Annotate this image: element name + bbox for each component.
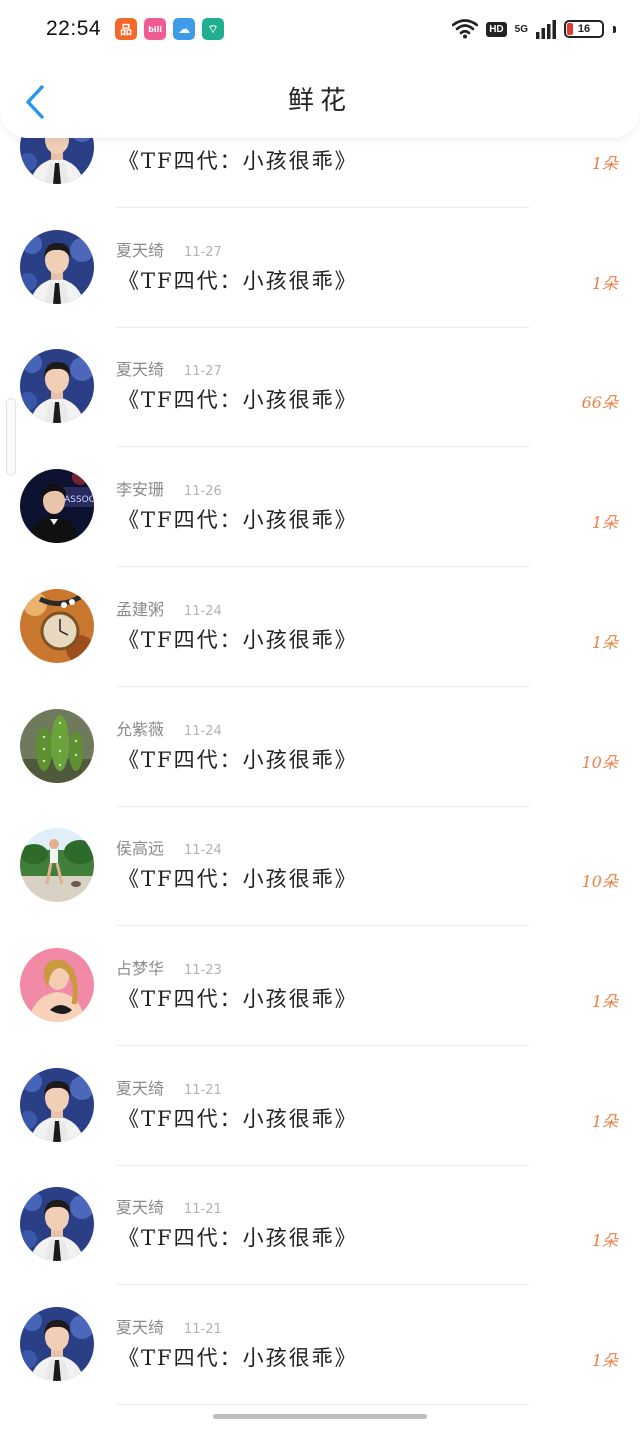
list-item[interactable]: 占梦华 11-23 《TF四代：小孩很乖》 1朵	[0, 926, 640, 1046]
sender-line: 夏天绮 11-21	[116, 1194, 222, 1218]
svg-text:ASSOCIA: ASSOCIA	[64, 495, 94, 505]
sender-line: 夏天绮 11-21	[116, 1314, 222, 1338]
sender-line: 夏天绮 11-21	[116, 1075, 222, 1099]
flower-count: 66朵	[581, 393, 618, 413]
send-date: 11-21	[184, 1322, 222, 1337]
flower-count: 1朵	[591, 273, 618, 293]
avatar[interactable]: ASSOCIA	[20, 469, 94, 544]
flower-count: 10朵	[581, 752, 618, 772]
sender-line: 夏天绮 11-27	[116, 237, 222, 261]
nav-header: 鲜花	[0, 58, 640, 138]
sender-line: 夏天绮 11-27	[116, 356, 222, 380]
list-item[interactable]: 夏天绮 11-21 《TF四代：小孩很乖》 1朵	[0, 1046, 640, 1166]
scroll-indicator[interactable]	[6, 398, 16, 476]
sender-name: 孟建粥	[116, 599, 165, 619]
book-title: 《TF四代：小孩很乖》	[118, 747, 358, 772]
sender-name: 夏天绮	[116, 1078, 165, 1098]
sender-name: 夏天绮	[116, 1318, 165, 1337]
battery-icon: 16	[564, 20, 604, 38]
send-date: 11-21	[184, 1082, 222, 1098]
list-item[interactable]: 允紫薇 11-24 《TF四代：小孩很乖》 10朵	[0, 687, 640, 807]
avatar[interactable]	[20, 349, 94, 424]
hd-badge: HD	[486, 21, 507, 37]
weather-app-icon: ☁	[173, 18, 196, 40]
chevron-left-icon	[26, 85, 44, 119]
avatar[interactable]	[20, 1187, 94, 1262]
battery-cap	[613, 25, 616, 33]
sender-line: 李安珊 11-26	[116, 476, 222, 500]
sender-line: 侯高远 11-24	[116, 835, 222, 859]
list-item[interactable]: ASSOCIA 李安珊 11-26 《TF四代：小孩很乖》 1朵	[0, 447, 640, 568]
shopping-app-icon: 品	[115, 18, 138, 40]
avatar[interactable]	[20, 588, 94, 663]
avatar[interactable]	[20, 1067, 94, 1142]
signal-icon	[536, 20, 556, 39]
send-date: 11-24	[184, 723, 222, 739]
send-date: 11-26	[184, 484, 222, 500]
list-item[interactable]: 夏天绮 11-21 《TF四代：小孩很乖》 1朵	[0, 1165, 640, 1286]
flower-count: 1朵	[591, 632, 618, 652]
flower-count: 1朵	[591, 991, 618, 1011]
home-indicator[interactable]	[213, 1414, 427, 1419]
hotspot-app-icon: ⌔	[202, 18, 225, 40]
back-button[interactable]	[20, 82, 50, 122]
sender-name: 夏天绮	[116, 1198, 165, 1218]
send-date: 11-24	[184, 843, 222, 859]
book-title: 《TF四代：小孩很乖》	[118, 986, 358, 1011]
page-title: 鲜花	[287, 85, 352, 116]
sender-line: 占梦华 11-23	[116, 955, 222, 979]
avatar[interactable]	[20, 708, 94, 783]
list-item[interactable]: 孟建粥 11-24 《TF四代：小孩很乖》 1朵	[0, 567, 640, 687]
send-date: 11-21	[184, 1202, 222, 1218]
row-divider	[116, 1404, 530, 1405]
book-title: 《TF四代：小孩很乖》	[118, 268, 358, 293]
battery-percent: 16	[577, 23, 591, 35]
flower-count: 10朵	[581, 872, 618, 892]
list-item[interactable]: 夏天绮 11-21 《TF四代：小孩很乖》 1朵	[0, 1285, 640, 1405]
book-title: 《TF四代：小孩很乖》	[118, 508, 358, 533]
sender-name: 侯高远	[116, 839, 165, 859]
sender-line: 孟建粥 11-24	[116, 596, 222, 620]
sender-name: 夏天绮	[116, 360, 165, 380]
book-title: 《TF四代：小孩很乖》	[118, 1346, 358, 1370]
status-clock: 22:54	[46, 17, 102, 40]
sender-name: 占梦华	[116, 958, 165, 978]
list-item[interactable]: 侯高远 11-24 《TF四代：小孩很乖》 10朵	[0, 806, 640, 927]
wifi-icon	[452, 19, 479, 39]
list-item[interactable]: 夏天绮 11-27 《TF四代：小孩很乖》 66朵	[0, 327, 640, 448]
sender-line: 允紫薇 11-24	[116, 716, 222, 740]
sender-name: 允紫薇	[116, 719, 165, 739]
send-date: 11-24	[184, 603, 222, 619]
avatar[interactable]	[20, 947, 94, 1022]
book-title: 《TF四代：小孩很乖》	[118, 627, 358, 652]
avatar[interactable]	[20, 1307, 94, 1381]
book-title: 《TF四代：小孩很乖》	[118, 388, 358, 413]
flower-count: 1朵	[591, 513, 618, 533]
bilibili-app-icon: bili	[144, 18, 167, 40]
flower-count: 1朵	[591, 1231, 618, 1251]
network-type: 5G	[514, 23, 528, 35]
sender-name: 夏天绮	[116, 240, 165, 260]
avatar[interactable]	[20, 229, 94, 304]
flower-count: 1朵	[591, 154, 618, 173]
sender-name: 李安珊	[116, 480, 165, 500]
avatar[interactable]	[20, 828, 94, 903]
book-title: 《TF四代：小孩很乖》	[118, 1226, 358, 1251]
book-title: 《TF四代：小孩很乖》	[118, 149, 358, 173]
flower-count: 1朵	[591, 1111, 618, 1131]
book-title: 《TF四代：小孩很乖》	[118, 1106, 358, 1131]
send-date: 11-27	[184, 364, 222, 380]
book-title: 《TF四代：小孩很乖》	[118, 867, 358, 892]
status-indicators: HD 5G 16	[452, 19, 616, 39]
status-bar: 22:54 品 bili ☁ ⌔ HD 5G 16	[0, 0, 640, 58]
flower-count: 1朵	[591, 1351, 618, 1370]
list-item[interactable]: 夏天绮 11-27 《TF四代：小孩很乖》 1朵	[0, 208, 640, 328]
notification-icons: 品 bili ☁ ⌔	[115, 18, 225, 40]
send-date: 11-23	[184, 962, 222, 978]
send-date: 11-27	[184, 244, 222, 260]
